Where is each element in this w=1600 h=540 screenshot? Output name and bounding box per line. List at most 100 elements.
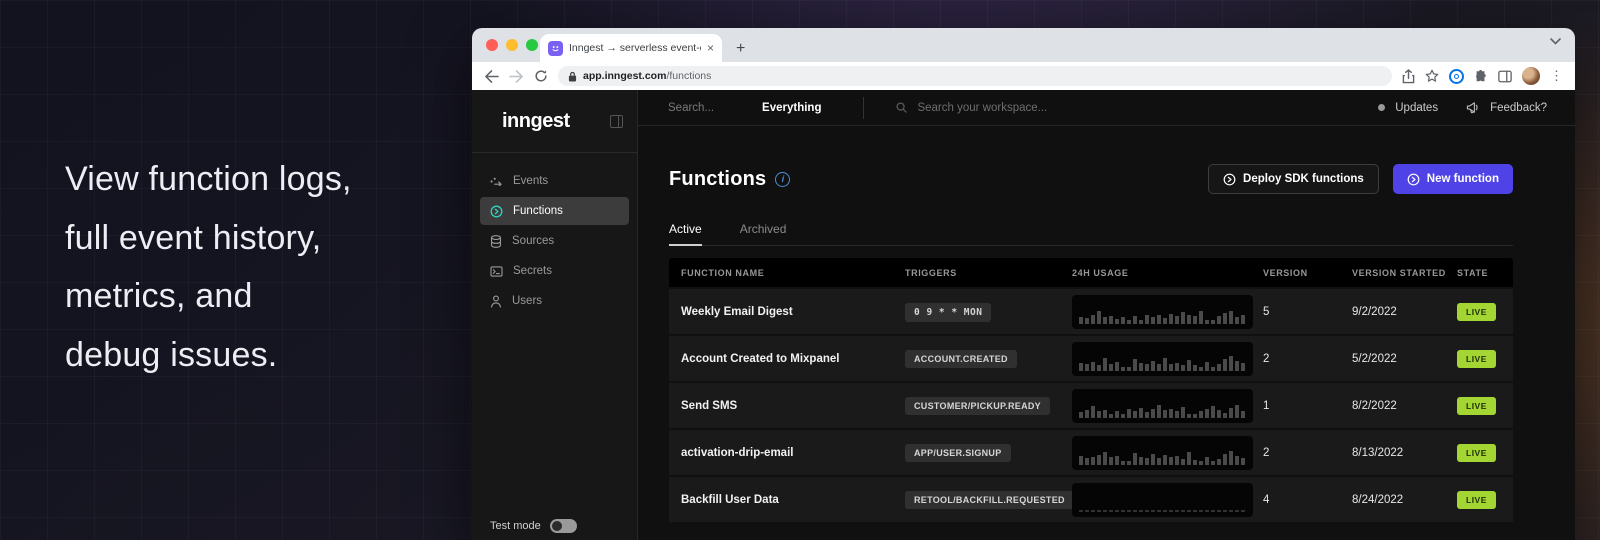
sidebar-item-functions[interactable]: Functions: [480, 197, 629, 225]
sidebar-collapse-icon[interactable]: [610, 115, 623, 128]
usage-bar: [1157, 315, 1161, 324]
usage-bar: [1127, 367, 1131, 371]
usage-bar: [1151, 409, 1155, 418]
new-function-button[interactable]: New function: [1393, 164, 1513, 194]
usage-bar: [1079, 412, 1083, 418]
usage-bar: [1211, 367, 1215, 371]
usage-bar: [1085, 510, 1089, 512]
usage-bar: [1145, 412, 1149, 418]
usage-bar: [1229, 451, 1233, 465]
usage-sparkline: [1072, 342, 1253, 376]
header-cell: FUNCTION NAME: [681, 268, 905, 278]
app-topbar: Search... Everything Search your workspa…: [638, 90, 1575, 126]
trigger-badge: APP/USER.SIGNUP: [905, 444, 1011, 462]
usage-bar: [1121, 461, 1125, 465]
browser-toolbar: app.inngest.com/functions ⋮: [472, 62, 1575, 90]
back-icon[interactable]: [484, 70, 499, 83]
table-row[interactable]: Account Created to Mixpanel ACCOUNT.CREA…: [669, 336, 1513, 381]
reload-icon[interactable]: [534, 69, 548, 83]
url-bar[interactable]: app.inngest.com/functions: [558, 66, 1392, 86]
usage-bar: [1121, 317, 1125, 324]
usage-bar: [1163, 410, 1167, 418]
updates-link[interactable]: Updates: [1395, 102, 1438, 114]
usage-bar: [1133, 316, 1137, 324]
usage-bar: [1205, 510, 1209, 512]
sidebar-item-events[interactable]: Events: [480, 167, 629, 195]
usage-bar: [1205, 362, 1209, 371]
usage-bar: [1109, 457, 1113, 465]
usage-bar: [1181, 312, 1185, 324]
table-row[interactable]: Send SMS CUSTOMER/PICKUP.READY 1 8/2/202…: [669, 383, 1513, 428]
test-mode-toggle[interactable]: [550, 519, 577, 533]
sidebar-item-sources[interactable]: Sources: [480, 227, 629, 255]
header-cell: VERSION STARTED: [1352, 268, 1457, 278]
deploy-sdk-button[interactable]: Deploy SDK functions: [1208, 164, 1379, 194]
table-row[interactable]: Weekly Email Digest 0 9 * * MON 5 9/2/20…: [669, 289, 1513, 334]
header-cell: TRIGGERS: [905, 268, 1072, 278]
hero-line: debug issues.: [65, 326, 352, 385]
tab-search-chevron-icon[interactable]: [1550, 38, 1561, 45]
list-tabs: Active Archived: [669, 222, 1513, 246]
usage-bar: [1133, 411, 1137, 418]
close-window-button[interactable]: [486, 39, 498, 51]
usage-bar: [1205, 409, 1209, 418]
search-label[interactable]: Search...: [668, 102, 714, 114]
usage-bar: [1103, 410, 1107, 418]
tab-archived[interactable]: Archived: [740, 222, 787, 245]
usage-bar: [1187, 315, 1191, 324]
kebab-menu-icon[interactable]: ⋮: [1550, 68, 1563, 84]
usage-bar: [1097, 365, 1101, 371]
tab-strip: Inngest → serverless event-dri × +: [472, 28, 1575, 62]
sidebar-item-label: Sources: [512, 235, 554, 247]
side-panel-icon[interactable]: [1498, 70, 1512, 83]
usage-bar: [1235, 456, 1239, 465]
profile-avatar[interactable]: [1522, 67, 1540, 85]
usage-bar: [1085, 364, 1089, 371]
trigger-badge: RETOOL/BACKFILL.REQUESTED: [905, 491, 1074, 509]
usage-bar: [1115, 411, 1119, 418]
forward-icon[interactable]: [509, 70, 524, 83]
usage-bar: [1103, 510, 1107, 512]
sidebar-item-users[interactable]: Users: [480, 287, 629, 315]
sidebar-item-secrets[interactable]: Secrets: [480, 257, 629, 285]
browser-tab[interactable]: Inngest → serverless event-dri ×: [540, 34, 722, 62]
test-mode-label: Test mode: [490, 520, 541, 532]
function-name: Weekly Email Digest: [681, 306, 905, 318]
search-scope-everything[interactable]: Everything: [762, 102, 821, 114]
new-tab-button[interactable]: +: [736, 41, 745, 57]
tab-close-icon[interactable]: ×: [707, 42, 714, 54]
sidebar-item-label: Secrets: [513, 265, 552, 277]
usage-bar: [1187, 510, 1191, 512]
version-value: 5: [1263, 306, 1352, 318]
usage-bar: [1199, 411, 1203, 418]
table-row[interactable]: Backfill User Data RETOOL/BACKFILL.REQUE…: [669, 477, 1513, 522]
info-icon[interactable]: i: [775, 172, 790, 187]
minimize-window-button[interactable]: [506, 39, 518, 51]
usage-bar: [1175, 456, 1179, 465]
tab-active[interactable]: Active: [669, 222, 702, 245]
usage-bar: [1229, 510, 1233, 512]
hero-text: View function logs, full event history, …: [65, 150, 352, 384]
extensions-puzzle-icon[interactable]: [1474, 69, 1488, 83]
usage-bar: [1187, 414, 1191, 418]
usage-bar: [1091, 362, 1095, 371]
usage-bar: [1157, 458, 1161, 465]
usage-bar: [1169, 314, 1173, 324]
onepassword-extension-icon[interactable]: [1449, 69, 1464, 84]
usage-bar: [1193, 510, 1197, 512]
url-text: app.inngest.com/functions: [583, 70, 711, 82]
table-row[interactable]: activation-drip-email APP/USER.SIGNUP 2 …: [669, 430, 1513, 475]
feedback-link[interactable]: Feedback?: [1490, 102, 1547, 114]
usage-bar: [1205, 457, 1209, 465]
trigger-badge: ACCOUNT.CREATED: [905, 350, 1017, 368]
usage-bar: [1193, 365, 1197, 371]
table-header: FUNCTION NAMETRIGGERS24H USAGEVERSIONVER…: [669, 258, 1513, 287]
workspace-search-input[interactable]: Search your workspace...: [917, 102, 1047, 114]
usage-bar: [1103, 317, 1107, 324]
usage-bar: [1145, 458, 1149, 465]
share-icon[interactable]: [1402, 69, 1415, 84]
bookmark-star-icon[interactable]: [1425, 69, 1439, 83]
usage-bar: [1127, 510, 1131, 512]
maximize-window-button[interactable]: [526, 39, 538, 51]
usage-bar: [1241, 315, 1245, 324]
